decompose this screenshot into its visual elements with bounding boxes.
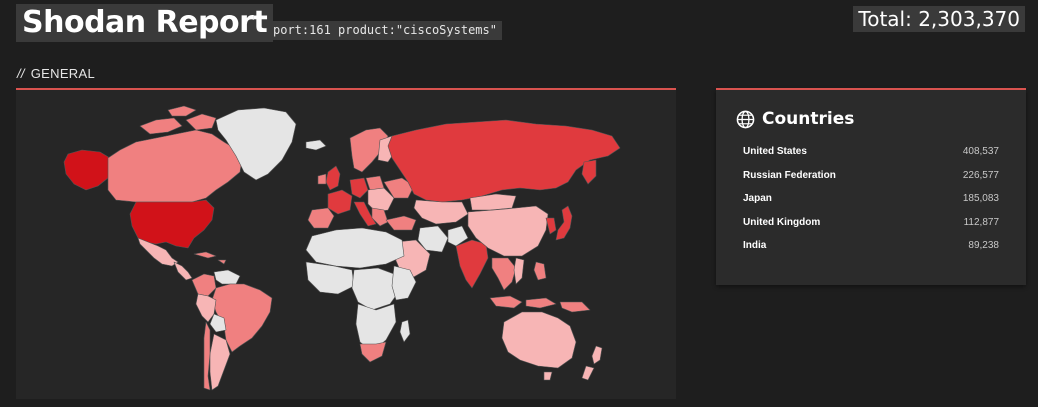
world-map (63, 105, 621, 391)
map-region-canada (107, 129, 243, 203)
country-row: Russian Federation 226,577 (743, 170, 999, 194)
country-row: Japan 185,083 (743, 193, 999, 217)
countries-panel: Countries United States 408,537 Russian … (716, 88, 1026, 285)
country-count: 185,083 (962, 193, 999, 205)
map-region-new-zealand (581, 345, 603, 381)
country-row: United Kingdom 112,877 (743, 217, 999, 241)
map-region-arctic-islands (139, 105, 217, 135)
world-map-panel (16, 88, 676, 399)
map-region-tasmania (543, 371, 553, 381)
countries-title: Countries (762, 109, 855, 129)
globe-icon (736, 110, 755, 128)
total-count: Total: 2,303,370 (853, 6, 1025, 32)
country-name: United States (743, 146, 807, 157)
map-region-ireland (317, 173, 327, 185)
map-region-turkey (385, 215, 417, 231)
map-region-north-africa (305, 227, 405, 269)
map-region-vietnam (513, 257, 525, 285)
countries-header: Countries (736, 108, 854, 130)
map-region-japan (555, 205, 573, 241)
map-region-uk (325, 165, 341, 191)
map-region-venezuela (213, 269, 241, 285)
map-region-germany (349, 177, 369, 199)
section-label-general: // GENERAL (17, 66, 95, 81)
map-region-se-asia (491, 257, 517, 291)
country-count: 89,238 (968, 240, 999, 252)
page-title: Shodan Report (16, 4, 274, 42)
map-region-australia (501, 311, 577, 369)
map-region-korea (545, 217, 557, 235)
country-count: 112,877 (963, 216, 999, 228)
map-region-iberia (307, 207, 335, 229)
search-query: port:161 product:"ciscoSystems" (268, 21, 502, 40)
country-name: Russian Federation (743, 169, 836, 181)
map-region-france (327, 189, 353, 215)
country-name: United Kingdom (743, 216, 821, 228)
map-region-colombia (191, 273, 217, 297)
map-region-philippines (533, 261, 547, 281)
map-region-madagascar (399, 319, 411, 343)
map-region-caribbean (193, 251, 227, 265)
map-region-alaska (63, 149, 111, 191)
map-region-india (455, 239, 489, 289)
map-region-indonesia (489, 295, 591, 313)
map-region-russia (387, 119, 621, 203)
map-region-chile (203, 321, 211, 391)
section-slashes: // (17, 66, 25, 81)
map-region-kazakhstan (413, 199, 469, 225)
map-region-south-africa (359, 341, 387, 363)
map-region-kamchatka (581, 159, 597, 185)
map-region-iceland (305, 139, 327, 151)
country-count: 408,537 (962, 146, 999, 157)
map-region-central-america (173, 261, 193, 281)
section-title: GENERAL (30, 66, 95, 81)
country-list: United States 408,537 Russian Federation… (743, 146, 999, 264)
country-row: United States 408,537 (743, 146, 999, 170)
country-count: 226,577 (962, 169, 999, 181)
country-name: Japan (743, 193, 772, 205)
country-row: India 89,238 (743, 240, 999, 264)
country-name: India (743, 240, 767, 252)
map-region-poland (365, 175, 385, 191)
